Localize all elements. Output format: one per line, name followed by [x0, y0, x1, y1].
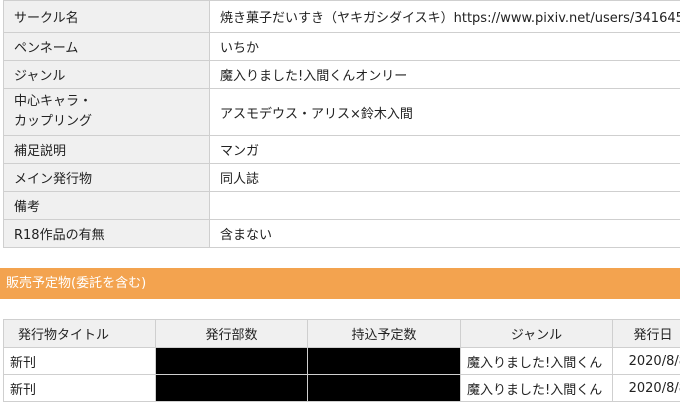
info-row-main-characters: 中心キャラ・ カップリング アスモデウス・アリス×鈴木入間: [3, 88, 680, 136]
row-date: 2020/8/8: [612, 374, 680, 402]
row-title: 新刊: [3, 374, 156, 402]
remarks-label: 備考: [3, 191, 210, 220]
genre-label: ジャンル: [3, 60, 210, 89]
table-row: 新刊 魔入りました!入間くん 2020/8/8: [3, 374, 680, 402]
main-publication-label: メイン発行物: [3, 163, 210, 192]
col-genre: ジャンル: [460, 319, 613, 348]
col-publication-title: 発行物タイトル: [3, 319, 156, 348]
sales-table: 発行物タイトル 発行部数 持込予定数 ジャンル 発行日 新刊 魔入りました!入間…: [3, 319, 680, 402]
pen-name-value: いちか: [209, 32, 680, 61]
circle-name-label: サークル名: [3, 0, 210, 33]
genre-value: 魔入りました!入間くんオンリー: [209, 60, 680, 89]
row-genre: 魔入りました!入間くん: [460, 347, 613, 375]
table-row: 新刊 魔入りました!入間くん 2020/8/8: [3, 347, 680, 375]
redacted-print-run: [155, 374, 308, 402]
main-characters-value: アスモデウス・アリス×鈴木入間: [209, 88, 680, 136]
sales-table-header: 発行物タイトル 発行部数 持込予定数 ジャンル 発行日: [3, 319, 680, 348]
r18-value: 含まない: [209, 219, 680, 248]
info-row-remarks: 備考: [3, 191, 680, 220]
circle-info-table: サークル名 焼き菓子だいすき（ヤキガシダイスキ）https://www.pixi…: [3, 0, 680, 248]
row-genre: 魔入りました!入間くん: [460, 374, 613, 402]
col-publish-date: 発行日: [612, 319, 680, 348]
main-characters-label: 中心キャラ・ カップリング: [3, 88, 210, 136]
main-publication-value: 同人誌: [209, 163, 680, 192]
redacted-bring-count: [307, 374, 461, 402]
redacted-bring-count: [307, 347, 461, 375]
info-row-genre: ジャンル 魔入りました!入間くんオンリー: [3, 60, 680, 89]
info-row-circle-name: サークル名 焼き菓子だいすき（ヤキガシダイスキ）https://www.pixi…: [3, 0, 680, 33]
circle-name-value: 焼き菓子だいすき（ヤキガシダイスキ）https://www.pixiv.net/…: [209, 0, 680, 33]
row-date: 2020/8/8: [612, 347, 680, 375]
pen-name-label: ペンネーム: [3, 32, 210, 61]
col-print-run: 発行部数: [155, 319, 308, 348]
info-row-pen-name: ペンネーム いちか: [3, 32, 680, 61]
info-row-main-publication: メイン発行物 同人誌: [3, 163, 680, 192]
redacted-print-run: [155, 347, 308, 375]
col-bring-count: 持込予定数: [307, 319, 461, 348]
info-row-supplement: 補足説明 マンガ: [3, 135, 680, 164]
row-title: 新刊: [3, 347, 156, 375]
supplement-value: マンガ: [209, 135, 680, 164]
sales-section-header: 販売予定物(委託を含む): [0, 268, 680, 299]
supplement-label: 補足説明: [3, 135, 210, 164]
info-row-r18: R18作品の有無 含まない: [3, 219, 680, 248]
r18-label: R18作品の有無: [3, 219, 210, 248]
main-characters-label-line2: カップリング: [14, 114, 93, 129]
main-characters-label-line1: 中心キャラ・: [14, 94, 93, 109]
remarks-value: [209, 191, 680, 220]
